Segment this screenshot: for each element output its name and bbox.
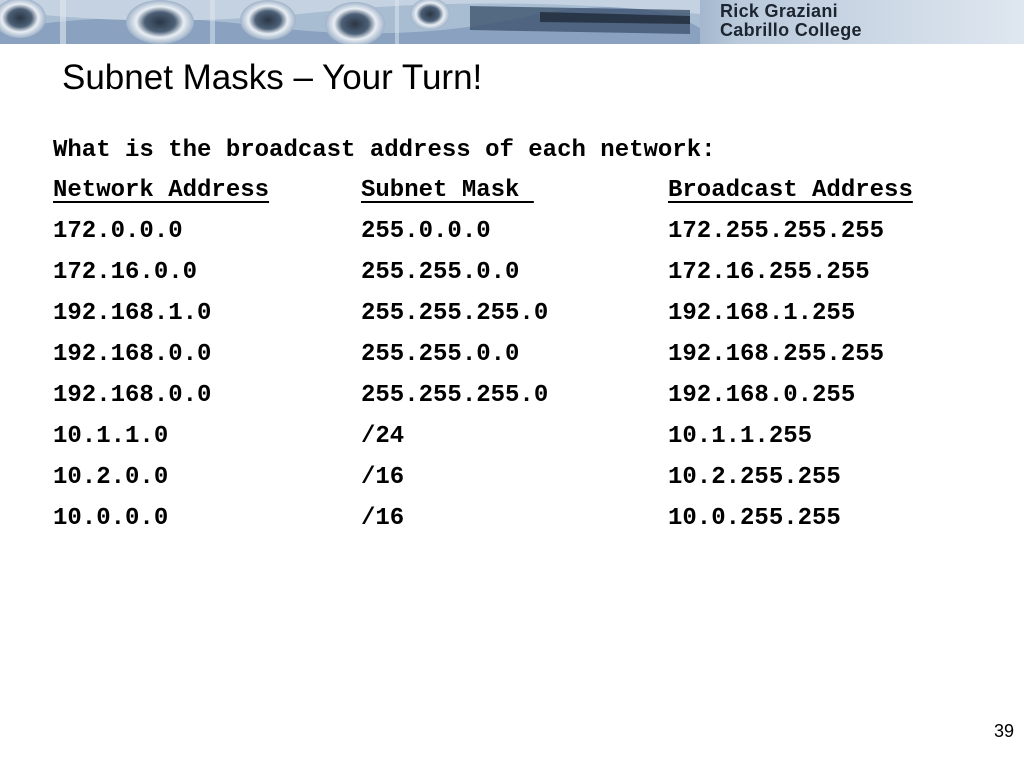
subnet-table: Network Address Subnet Mask Broadcast Ad… (53, 174, 983, 543)
header-banner: Rick Graziani Cabrillo College (0, 0, 1024, 44)
question-text: What is the broadcast address of each ne… (53, 137, 716, 164)
broadcast-address-cell: 10.2.255.255 (668, 464, 841, 491)
slide: Rick Graziani Cabrillo College Subnet Ma… (0, 0, 1024, 768)
table-row: 192.168.0.0 255.255.0.0 192.168.255.255 (53, 338, 983, 379)
broadcast-address-cell: 10.1.1.255 (668, 423, 813, 450)
banner-caption: Rick Graziani Cabrillo College (720, 2, 1020, 40)
table-row: 172.0.0.0 255.0.0.0 172.255.255.255 (53, 215, 983, 256)
table-row: 10.2.0.0 /16 10.2.255.255 (53, 461, 983, 502)
subnet-mask-cell: 255.0.0.0 (361, 218, 491, 245)
banner-institution: Cabrillo College (720, 20, 862, 40)
table-row: 10.1.1.0 /24 10.1.1.255 (53, 420, 983, 461)
slide-content: What is the broadcast address of each ne… (53, 134, 983, 543)
network-address-cell: 172.0.0.0 (53, 218, 183, 245)
broadcast-address-cell: 192.168.0.255 (668, 382, 856, 409)
table-row: 192.168.1.0 255.255.255.0 192.168.1.255 (53, 297, 983, 338)
page-number: 39 (993, 721, 1014, 741)
slide-title: Subnet Masks – Your Turn! (62, 58, 483, 97)
header-network-address: Network Address (53, 177, 270, 204)
header-subnet-mask: Subnet Mask (361, 177, 534, 204)
subnet-mask-cell: 255.255.0.0 (361, 341, 520, 368)
header-broadcast-address: Broadcast Address (668, 177, 913, 204)
broadcast-address-cell: 10.0.255.255 (668, 505, 841, 532)
table-row: 192.168.0.0 255.255.255.0 192.168.0.255 (53, 379, 983, 420)
network-address-cell: 192.168.1.0 (53, 300, 212, 327)
network-address-cell: 10.2.0.0 (53, 464, 169, 491)
network-address-cell: 192.168.0.0 (53, 382, 212, 409)
network-address-cell: 172.16.0.0 (53, 259, 198, 286)
subnet-mask-cell: /16 (361, 505, 405, 532)
broadcast-address-cell: 192.168.255.255 (668, 341, 885, 368)
broadcast-address-cell: 172.16.255.255 (668, 259, 870, 286)
table-header-row: Network Address Subnet Mask Broadcast Ad… (53, 174, 983, 215)
subnet-mask-cell: 255.255.255.0 (361, 300, 549, 327)
subnet-mask-cell: /16 (361, 464, 405, 491)
network-address-cell: 192.168.0.0 (53, 341, 212, 368)
network-address-cell: 10.1.1.0 (53, 423, 169, 450)
broadcast-address-cell: 192.168.1.255 (668, 300, 856, 327)
table-row: 172.16.0.0 255.255.0.0 172.16.255.255 (53, 256, 983, 297)
network-address-cell: 10.0.0.0 (53, 505, 169, 532)
subnet-mask-cell: 255.255.0.0 (361, 259, 520, 286)
subnet-mask-cell: 255.255.255.0 (361, 382, 549, 409)
table-row: 10.0.0.0 /16 10.0.255.255 (53, 502, 983, 543)
banner-author: Rick Graziani (720, 1, 838, 21)
network-cables-image (0, 0, 700, 44)
broadcast-address-cell: 172.255.255.255 (668, 218, 885, 245)
subnet-mask-cell: /24 (361, 423, 405, 450)
